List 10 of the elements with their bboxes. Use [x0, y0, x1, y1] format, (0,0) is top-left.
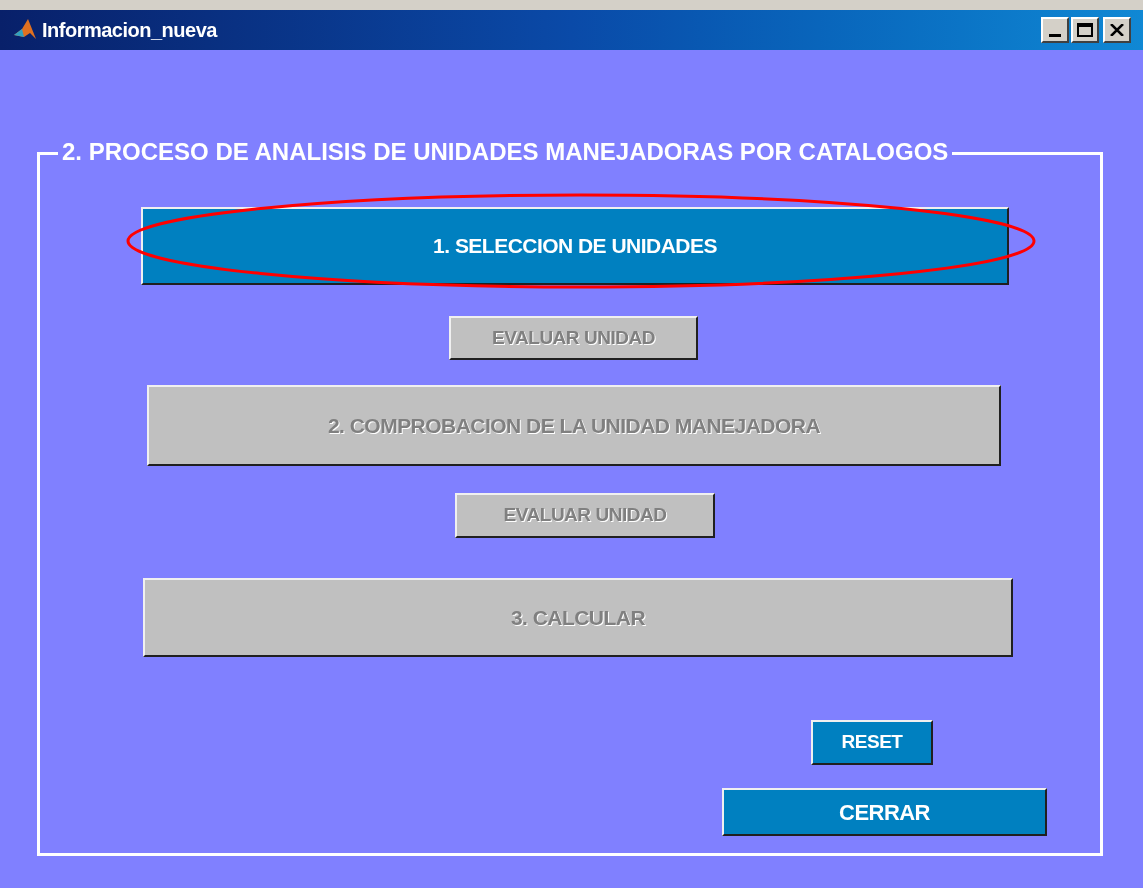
- minimize-icon: [1049, 34, 1061, 37]
- maximize-button[interactable]: [1071, 17, 1099, 43]
- action-button[interactable]: 1. SELECCION DE UNIDADES: [141, 207, 1009, 285]
- window-title: Informacion_nueva: [42, 18, 217, 43]
- close-icon: [1110, 24, 1124, 36]
- maximize-icon: [1077, 23, 1093, 37]
- close-button[interactable]: [1103, 17, 1131, 43]
- action-button[interactable]: RESET: [811, 720, 933, 765]
- minimize-button[interactable]: [1041, 17, 1069, 43]
- action-button[interactable]: CERRAR: [722, 788, 1047, 836]
